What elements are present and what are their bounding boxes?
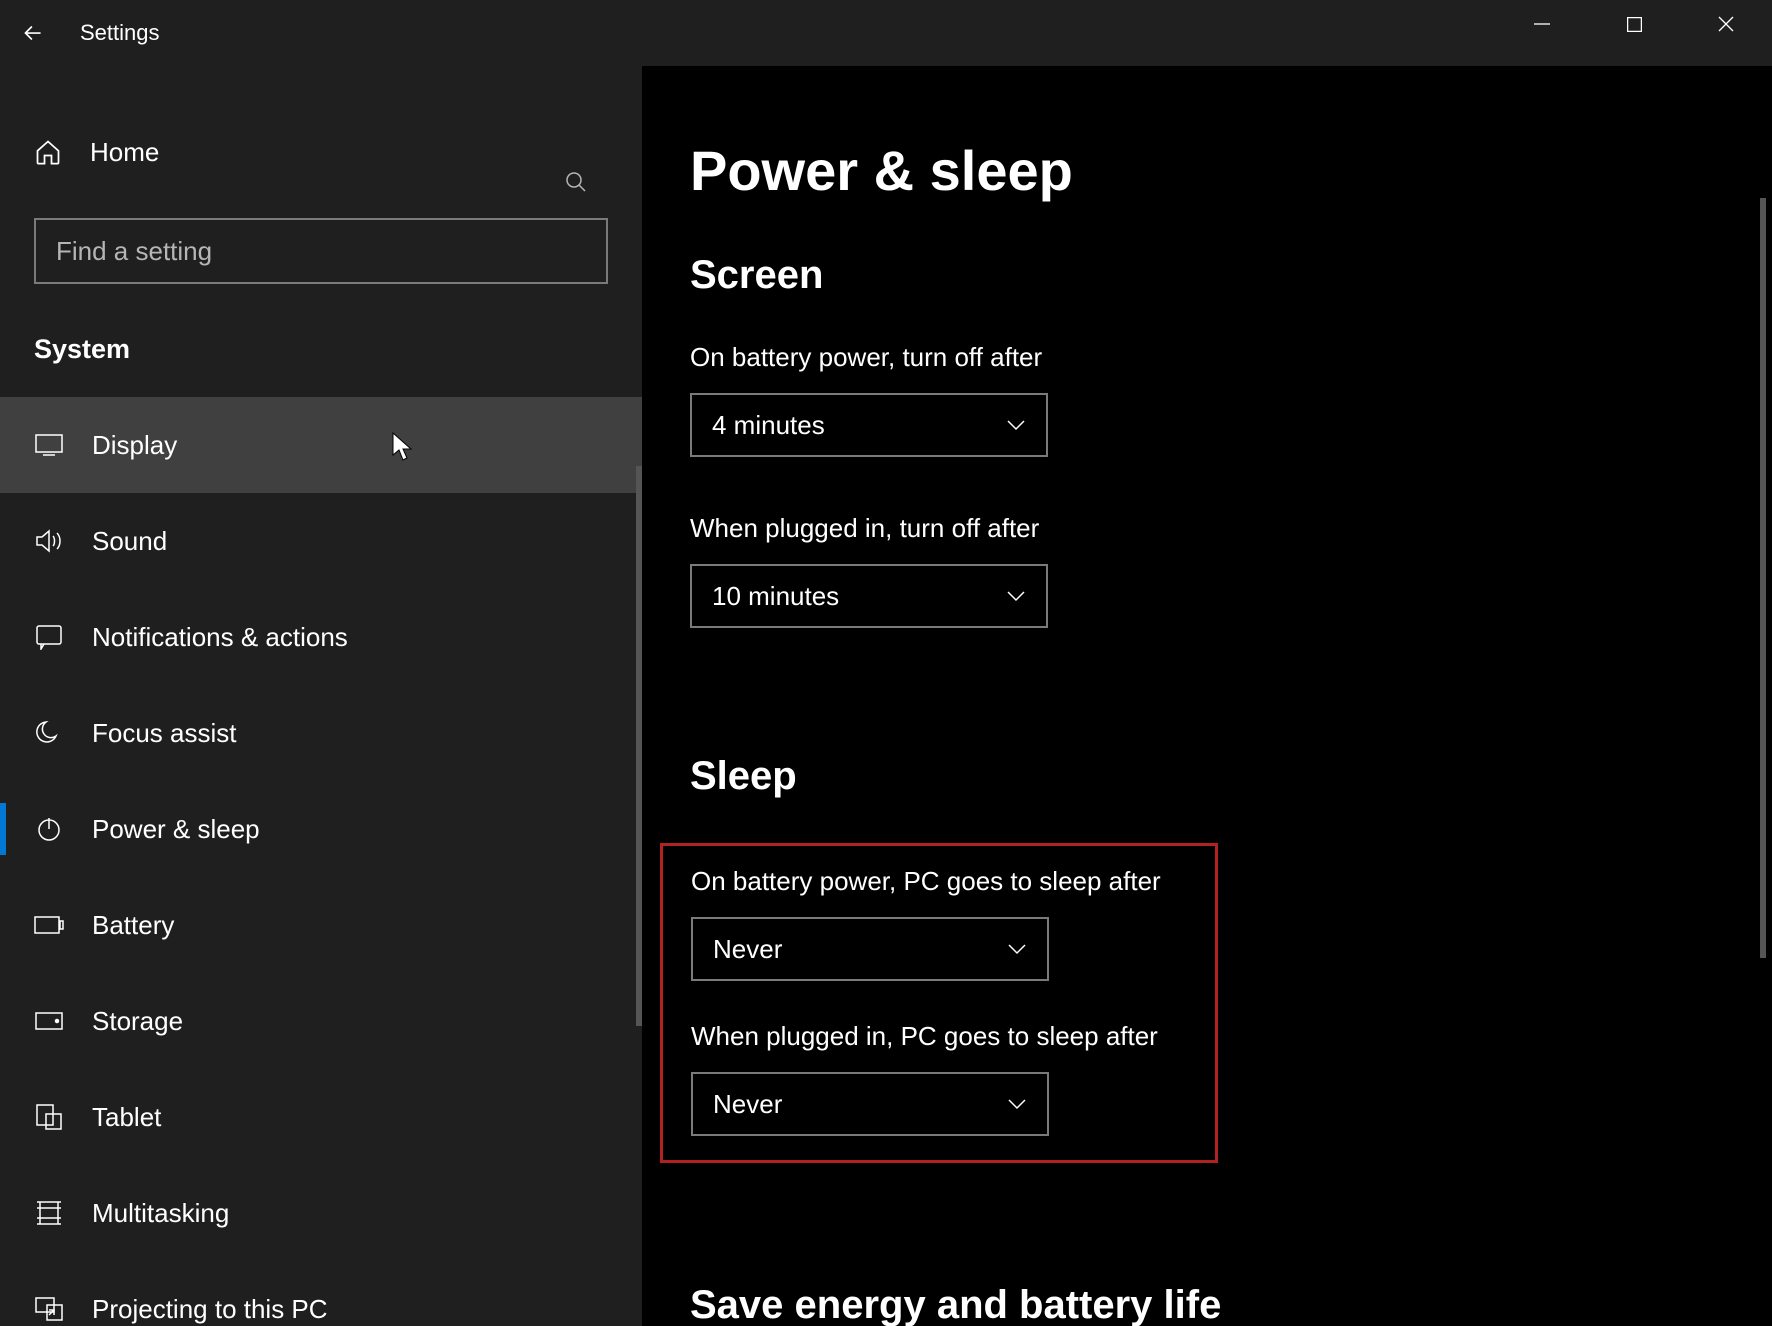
sleep-plugged-dropdown[interactable]: Never — [691, 1072, 1049, 1136]
sidebar: Home System Display Sound Notifications … — [0, 66, 642, 1326]
sleep-plugged-label: When plugged in, PC goes to sleep after — [691, 1021, 1187, 1052]
back-arrow-icon — [20, 20, 46, 46]
home-icon — [34, 138, 62, 166]
chevron-down-icon — [1006, 419, 1026, 431]
sidebar-category: System — [0, 284, 642, 397]
sleep-highlight-box: On battery power, PC goes to sleep after… — [660, 843, 1218, 1163]
sidebar-item-multitasking[interactable]: Multitasking — [0, 1165, 642, 1261]
chevron-down-icon — [1007, 1098, 1027, 1110]
section-sleep-heading: Sleep — [690, 754, 1772, 799]
sidebar-item-notifications[interactable]: Notifications & actions — [0, 589, 642, 685]
notification-icon — [34, 624, 64, 650]
dropdown-value: Never — [713, 934, 782, 965]
sidebar-item-label: Focus assist — [92, 718, 237, 749]
sidebar-home[interactable]: Home — [0, 118, 642, 186]
screen-battery-label: On battery power, turn off after — [690, 342, 1772, 373]
sidebar-item-battery[interactable]: Battery — [0, 877, 642, 973]
storage-icon — [34, 1012, 64, 1030]
maximize-icon — [1627, 17, 1642, 32]
sidebar-item-label: Tablet — [92, 1102, 161, 1133]
app-title: Settings — [80, 20, 160, 46]
search-wrap — [34, 218, 608, 284]
titlebar: Settings — [0, 0, 1772, 66]
sidebar-item-storage[interactable]: Storage — [0, 973, 642, 1069]
multitask-icon — [34, 1200, 64, 1226]
sidebar-item-label: Display — [92, 430, 177, 461]
tablet-icon — [34, 1104, 64, 1130]
sidebar-item-focus-assist[interactable]: Focus assist — [0, 685, 642, 781]
sound-icon — [34, 528, 64, 554]
main-scrollbar[interactable] — [1760, 198, 1766, 958]
nav-list: Display Sound Notifications & actions Fo… — [0, 397, 642, 1326]
screen-battery-dropdown[interactable]: 4 minutes — [690, 393, 1048, 457]
power-icon — [34, 816, 64, 842]
sidebar-item-display[interactable]: Display — [0, 397, 642, 493]
chevron-down-icon — [1007, 943, 1027, 955]
minimize-button[interactable] — [1496, 0, 1588, 48]
sidebar-item-label: Battery — [92, 910, 174, 941]
home-label: Home — [90, 137, 159, 168]
section-energy-heading: Save energy and battery life — [690, 1283, 1772, 1326]
battery-icon — [34, 916, 64, 934]
chevron-down-icon — [1006, 590, 1026, 602]
close-icon — [1718, 16, 1734, 32]
window-controls — [1496, 0, 1772, 48]
sleep-battery-dropdown[interactable]: Never — [691, 917, 1049, 981]
sidebar-item-power-sleep[interactable]: Power & sleep — [0, 781, 642, 877]
sidebar-item-label: Projecting to this PC — [92, 1294, 328, 1325]
project-icon — [34, 1297, 64, 1321]
sidebar-item-label: Power & sleep — [92, 814, 260, 845]
maximize-button[interactable] — [1588, 0, 1680, 48]
display-icon — [34, 434, 64, 456]
screen-plugged-label: When plugged in, turn off after — [690, 513, 1772, 544]
sidebar-item-tablet[interactable]: Tablet — [0, 1069, 642, 1165]
sidebar-item-label: Storage — [92, 1006, 183, 1037]
close-button[interactable] — [1680, 0, 1772, 48]
sidebar-item-label: Notifications & actions — [92, 622, 348, 653]
main-content: Power & sleep Screen On battery power, t… — [642, 66, 1772, 1326]
sidebar-item-sound[interactable]: Sound — [0, 493, 642, 589]
screen-plugged-dropdown[interactable]: 10 minutes — [690, 564, 1048, 628]
minimize-icon — [1534, 16, 1550, 32]
sidebar-item-projecting[interactable]: Projecting to this PC — [0, 1261, 642, 1326]
search-input[interactable] — [34, 218, 608, 284]
dropdown-value: 10 minutes — [712, 581, 839, 612]
sidebar-item-label: Sound — [92, 526, 167, 557]
dropdown-value: 4 minutes — [712, 410, 825, 441]
sleep-battery-label: On battery power, PC goes to sleep after — [691, 866, 1187, 897]
dropdown-value: Never — [713, 1089, 782, 1120]
sidebar-item-label: Multitasking — [92, 1198, 229, 1229]
moon-icon — [34, 720, 64, 746]
back-button[interactable] — [0, 0, 66, 66]
page-title: Power & sleep — [690, 138, 1772, 203]
section-screen-heading: Screen — [690, 253, 1772, 298]
